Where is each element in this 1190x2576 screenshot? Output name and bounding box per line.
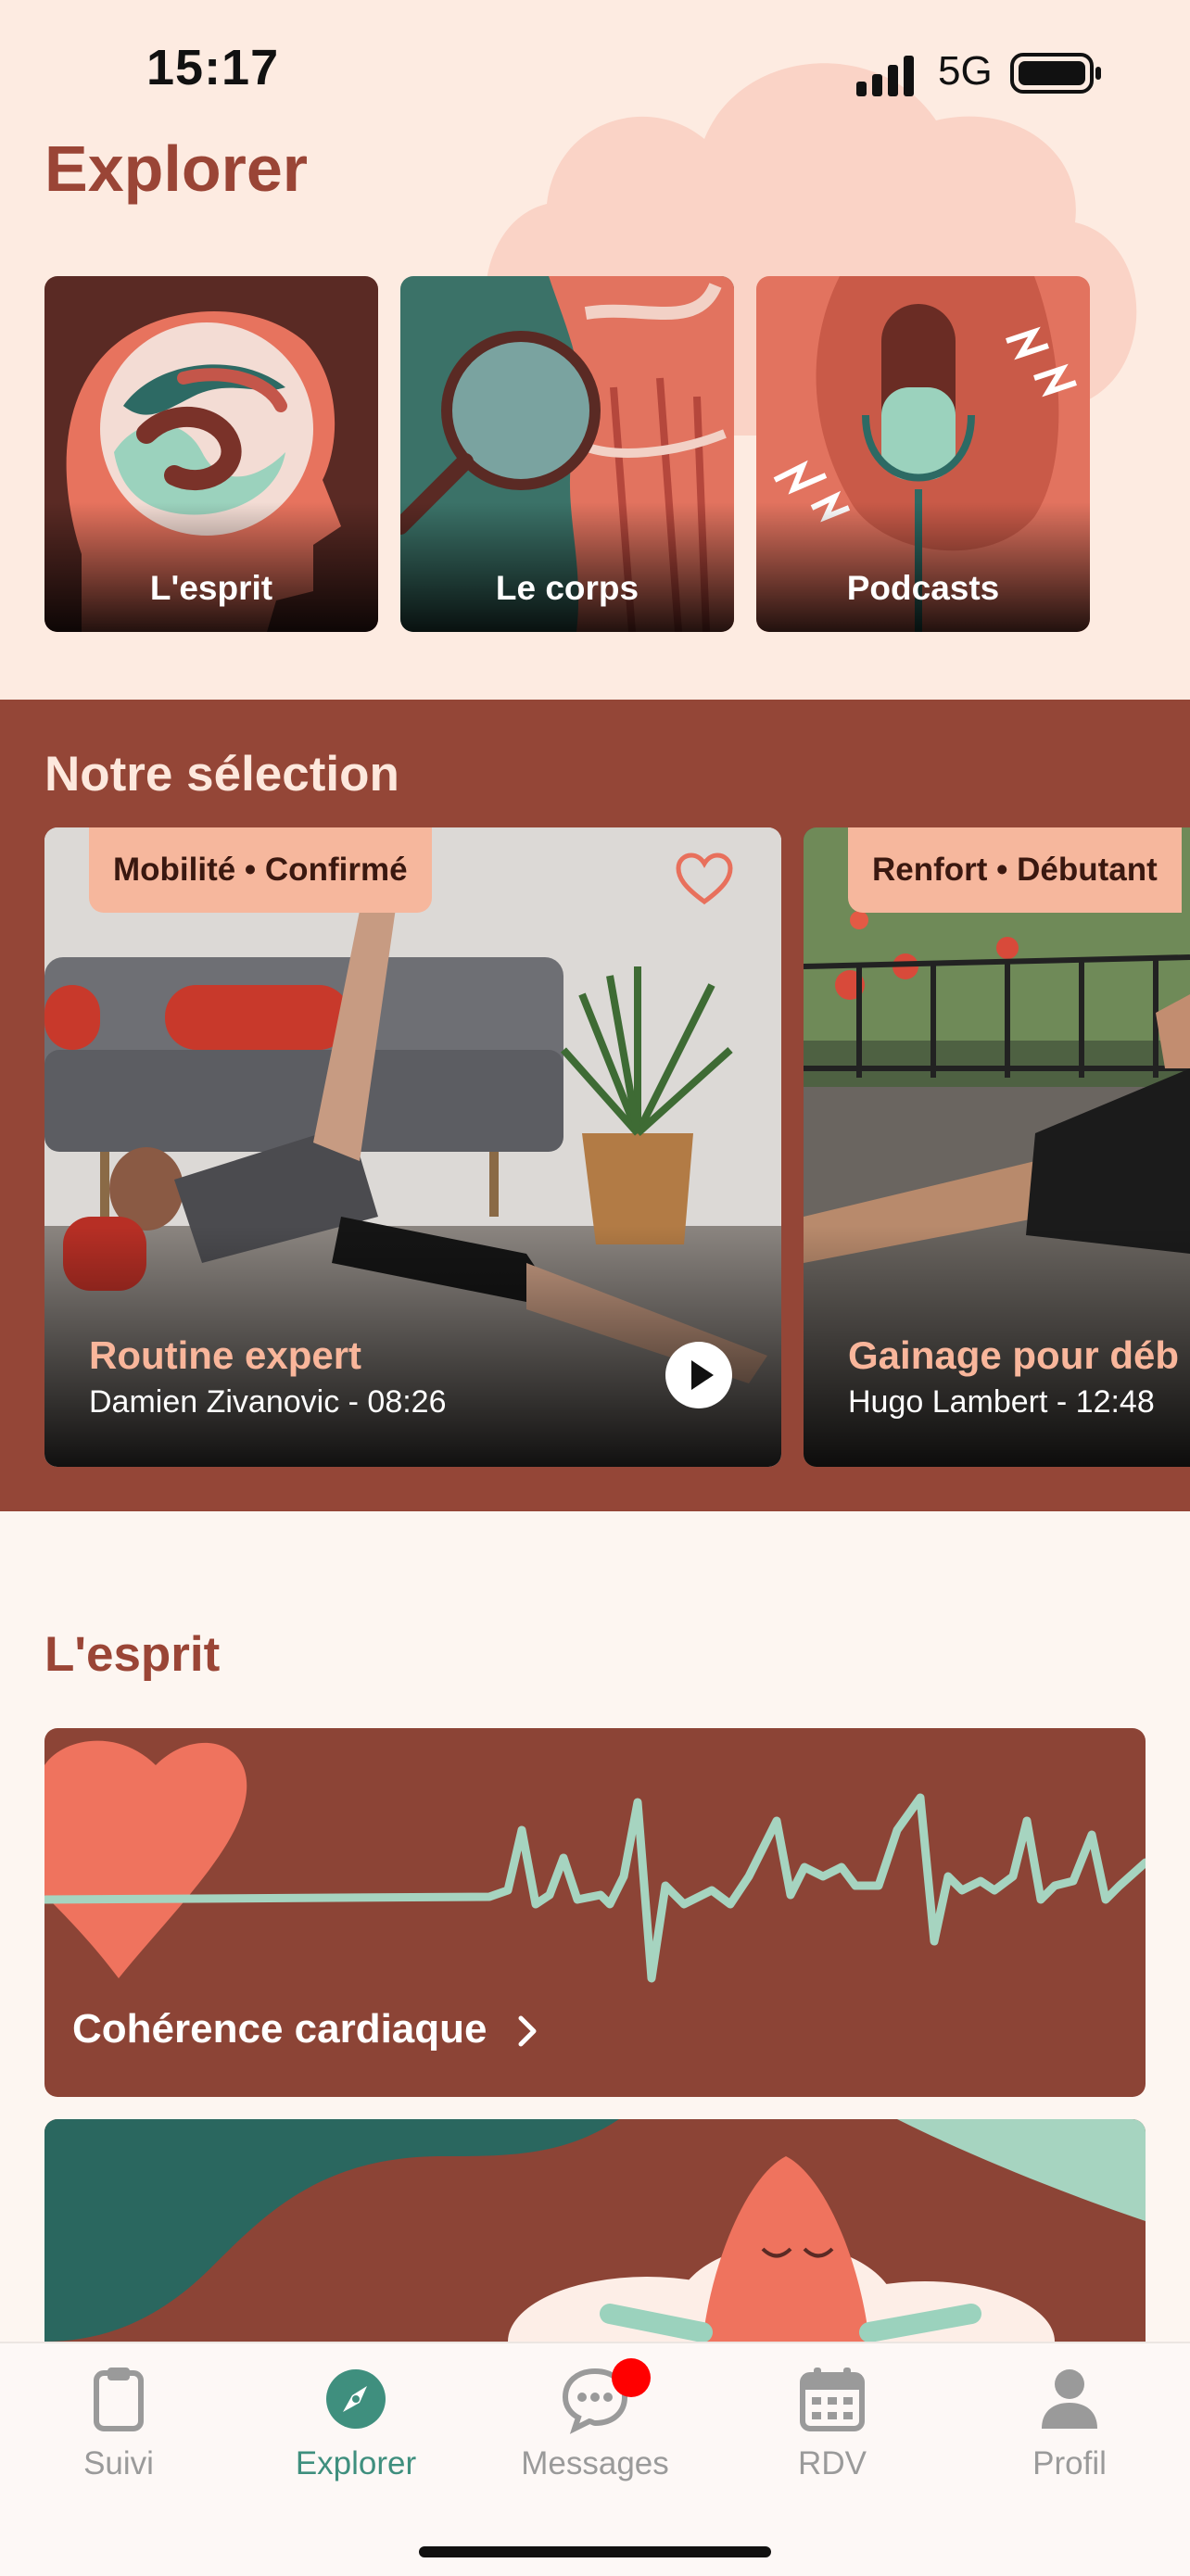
meditation-illustration-icon	[44, 2119, 1146, 2342]
category-card-esprit[interactable]: L'esprit	[44, 276, 378, 632]
clipboard-icon	[94, 2368, 144, 2431]
video-card[interactable]: Renfort • Débutant Gainage pour déb Hugo…	[804, 827, 1190, 1467]
status-indicators: 5G	[853, 46, 1103, 98]
person-icon	[1042, 2369, 1097, 2429]
coherence-label: Cohérence cardiaque	[72, 2006, 541, 2052]
play-button[interactable]	[665, 1342, 732, 1408]
home-indicator	[419, 2546, 771, 2557]
play-icon	[691, 1360, 714, 1390]
video-card[interactable]: Mobilité • Confirmé Routine expert Damie…	[44, 827, 781, 1467]
meditation-card[interactable]	[44, 2119, 1146, 2342]
section-title-esprit: L'esprit	[44, 1627, 221, 1682]
coherence-title: Cohérence cardiaque	[72, 2006, 487, 2052]
network-label: 5G	[938, 48, 993, 94]
tab-profil[interactable]: Profil	[951, 2343, 1188, 2501]
compass-icon	[326, 2369, 386, 2429]
tab-rdv[interactable]: RDV	[714, 2343, 951, 2501]
tab-explorer[interactable]: Explorer	[237, 2343, 475, 2501]
category-card-corps[interactable]: Le corps	[400, 276, 734, 632]
card-subtitle: Damien Zivanovic - 08:26	[89, 1384, 447, 1420]
signal-icon	[856, 56, 914, 96]
category-label: Podcasts	[846, 569, 1000, 607]
notification-badge	[612, 2358, 651, 2397]
page-title: Explorer	[44, 133, 308, 205]
card-tag: Mobilité • Confirmé	[89, 827, 432, 913]
tab-label: Suivi	[83, 2445, 154, 2481]
category-label: Le corps	[495, 569, 639, 607]
card-title: Gainage pour déb	[848, 1333, 1180, 1377]
battery-icon	[1010, 53, 1101, 94]
coherence-cardiaque-card[interactable]: Cohérence cardiaque	[44, 1728, 1146, 2097]
tab-messages[interactable]: Messages	[476, 2343, 714, 2501]
heart-outline-icon[interactable]	[675, 852, 734, 907]
tab-label: Messages	[521, 2445, 669, 2481]
tab-bar: Suivi Explorer Messages RDV Profil	[0, 2342, 1190, 2576]
category-card-podcasts[interactable]: Podcasts	[756, 276, 1090, 632]
chevron-right-icon	[518, 2015, 537, 2047]
card-subtitle: Hugo Lambert - 12:48	[848, 1384, 1155, 1420]
calendar-icon	[800, 2368, 865, 2431]
tab-label: RDV	[798, 2445, 867, 2481]
card-title: Routine expert	[89, 1333, 362, 1377]
category-label: L'esprit	[149, 569, 273, 607]
tab-label: Explorer	[295, 2445, 417, 2481]
explorer-header-area: 15:17 5G Explorer L'esprit Le corps Podc…	[0, 0, 1190, 700]
section-title-selection: Notre sélection	[44, 747, 399, 802]
status-time: 15:17	[146, 40, 280, 95]
tab-suivi[interactable]: Suivi	[0, 2343, 237, 2501]
tab-label: Profil	[1032, 2445, 1107, 2481]
card-tag: Renfort • Débutant	[848, 827, 1182, 913]
